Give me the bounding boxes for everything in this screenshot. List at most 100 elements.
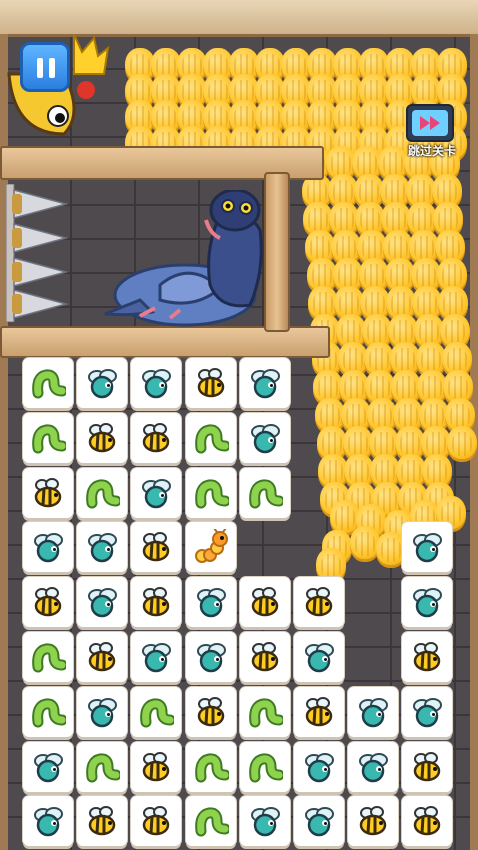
- tile-bee[interactable]: [131, 741, 182, 792]
- tile-bee[interactable]: [77, 412, 128, 463]
- tile-fly[interactable]: [77, 522, 128, 573]
- bee-icon: [143, 532, 170, 562]
- bee-icon: [143, 806, 170, 836]
- game-stage: 跳过关卡: [0, 0, 478, 850]
- tile-worm[interactable]: [239, 741, 290, 792]
- tile-worm[interactable]: [185, 796, 236, 847]
- tile-fly[interactable]: [23, 796, 73, 847]
- tile-bee[interactable]: [239, 577, 290, 628]
- tile-fly[interactable]: [77, 686, 128, 737]
- tile-caterpillar[interactable]: [185, 522, 236, 573]
- tile-worm[interactable]: [185, 741, 236, 792]
- worm-icon: [32, 698, 66, 728]
- tile-fly[interactable]: [348, 686, 399, 737]
- tile-fly[interactable]: [131, 632, 182, 682]
- tile-worm[interactable]: [77, 741, 128, 792]
- tile-fly[interactable]: [77, 577, 128, 628]
- fly-icon: [88, 533, 118, 563]
- tile-bee[interactable]: [402, 741, 453, 792]
- bee-icon: [414, 642, 441, 672]
- worm-icon: [194, 807, 229, 837]
- tile-fly[interactable]: [23, 522, 73, 573]
- tile-bee[interactable]: [294, 577, 344, 628]
- pause-icon-bar: [49, 58, 55, 78]
- tile-bee[interactable]: [348, 796, 399, 847]
- tile-fly[interactable]: [239, 796, 290, 847]
- fly-icon: [34, 807, 63, 837]
- tv-screen: [412, 110, 448, 136]
- tile-fly[interactable]: [131, 358, 182, 408]
- tile-bee[interactable]: [77, 796, 128, 847]
- worm-icon: [32, 643, 66, 673]
- skip-level-label: 跳过关卡: [407, 144, 456, 158]
- tile-bee[interactable]: [131, 577, 182, 628]
- tile-worm[interactable]: [77, 467, 128, 518]
- fly-icon: [196, 643, 226, 673]
- tile-fly[interactable]: [239, 412, 290, 463]
- tile-bee[interactable]: [131, 796, 182, 847]
- pause-icon: [37, 58, 43, 78]
- tile-bee[interactable]: [131, 412, 182, 463]
- fly-icon: [88, 369, 118, 399]
- bee-icon: [34, 477, 62, 507]
- worm-icon: [194, 753, 229, 783]
- fly-icon: [142, 369, 172, 399]
- video-skip-icon: [406, 104, 454, 142]
- worm-icon: [32, 424, 66, 454]
- tile-worm[interactable]: [185, 412, 236, 463]
- fly-icon: [305, 752, 334, 782]
- tile-worm[interactable]: [23, 632, 73, 682]
- worm-icon: [86, 753, 121, 783]
- tile-bee[interactable]: [23, 467, 73, 518]
- tile-fly[interactable]: [23, 741, 73, 792]
- tile-bee[interactable]: [185, 686, 236, 737]
- worm-icon: [194, 424, 229, 454]
- tile-worm[interactable]: [23, 358, 73, 408]
- tile-bee[interactable]: [77, 632, 128, 682]
- tile-bee[interactable]: [131, 522, 182, 573]
- tile-fly[interactable]: [185, 577, 236, 628]
- tile-fly[interactable]: [77, 358, 128, 408]
- bee-icon: [143, 751, 170, 781]
- fly-icon: [359, 697, 389, 728]
- tile-bee[interactable]: [294, 686, 344, 737]
- fast-forward-icon: [420, 116, 440, 130]
- tile-worm[interactable]: [239, 686, 290, 737]
- tile-bee[interactable]: [23, 577, 73, 628]
- fly-icon: [196, 588, 226, 618]
- tile-fly[interactable]: [131, 467, 182, 518]
- tile-fly[interactable]: [239, 358, 290, 408]
- tile-fly[interactable]: [402, 686, 453, 737]
- tile-fly[interactable]: [402, 577, 453, 628]
- tile-worm[interactable]: [185, 467, 236, 518]
- fly-icon: [250, 423, 280, 454]
- tile-fly[interactable]: [185, 632, 236, 682]
- tile-bee[interactable]: [402, 632, 453, 682]
- tile-bee[interactable]: [239, 632, 290, 682]
- tile-fly[interactable]: [294, 741, 344, 792]
- bee-icon: [143, 587, 170, 617]
- tile-worm[interactable]: [23, 686, 73, 737]
- tile-bee[interactable]: [402, 796, 453, 847]
- tile-worm[interactable]: [23, 412, 73, 463]
- fly-icon: [34, 533, 63, 563]
- bee-icon: [305, 587, 333, 617]
- fly-icon: [413, 533, 443, 563]
- tile-fly[interactable]: [294, 632, 344, 682]
- fly-icon: [413, 588, 443, 618]
- bee-icon: [88, 642, 116, 672]
- pause-button[interactable]: [20, 42, 70, 92]
- tile-fly[interactable]: [402, 522, 453, 573]
- bee-icon: [251, 642, 279, 672]
- skip-level-button[interactable]: 跳过关卡: [398, 100, 466, 162]
- fly-icon: [88, 588, 118, 618]
- tile-bee[interactable]: [185, 358, 236, 408]
- fly-icon: [34, 752, 63, 782]
- worm-icon: [32, 369, 66, 399]
- tile-fly[interactable]: [348, 741, 399, 792]
- tile-fly[interactable]: [294, 796, 344, 847]
- bee-icon: [359, 806, 387, 836]
- bee-icon: [305, 696, 333, 727]
- tile-worm[interactable]: [131, 686, 182, 737]
- tile-worm[interactable]: [239, 467, 290, 518]
